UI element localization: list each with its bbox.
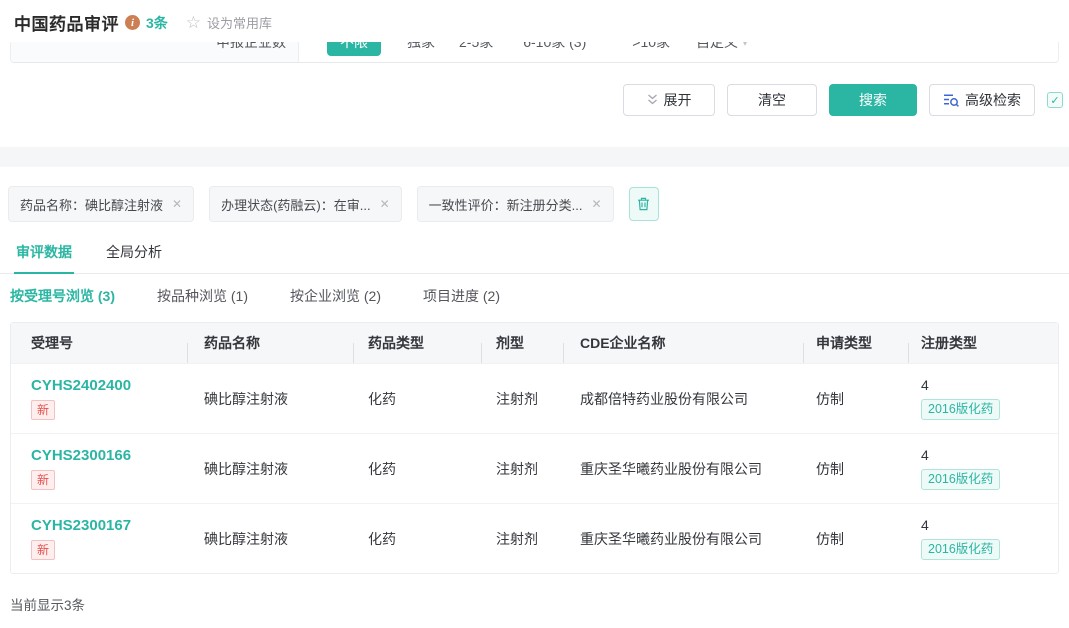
filter-tag-label: 办理状态(药融云)：在审...: [221, 195, 371, 214]
table-row: CYHS2300166 新 碘比醇注射液 化药 注射剂 重庆圣华曦药业股份有限公…: [11, 433, 1058, 503]
double-chevron-down-icon: [647, 94, 658, 106]
table-header: 受理号 药品名称 药品类型 剂型 CDE企业名称 申请类型 注册类型: [11, 323, 1058, 363]
cell-registration-type: 4 2016版化药: [908, 377, 1058, 420]
star-icon[interactable]: ☆: [186, 14, 201, 31]
col-drug-name: 药品名称: [187, 333, 353, 353]
registration-number: 4: [921, 377, 1058, 393]
cell-application-type: 仿制: [803, 389, 908, 409]
close-icon[interactable]: ✕: [591, 197, 601, 211]
filter-tag-label: 药品名称：碘比醇注射液: [20, 195, 163, 214]
cell-registration-type: 4 2016版化药: [908, 517, 1058, 560]
filter-option-exclusive[interactable]: 独家: [407, 42, 435, 52]
check-icon: ✓: [1050, 94, 1059, 107]
search-filter-panel: 申报企业数 不限 独家 2-5家 6-10家 (3) >10家 自定义 ▾: [10, 42, 1059, 63]
cell-drug-type: 化药: [353, 389, 481, 409]
tab-global-analysis[interactable]: 全局分析: [104, 240, 164, 273]
filter-tag-status: 办理状态(药融云)：在审... ✕: [209, 186, 402, 222]
result-count-badge: 3条: [146, 13, 168, 33]
registration-badge: 2016版化药: [921, 469, 1000, 490]
expand-label: 展开: [664, 90, 692, 110]
registration-badge: 2016版化药: [921, 539, 1000, 560]
cell-company: 重庆圣华曦药业股份有限公司: [563, 529, 803, 549]
close-icon[interactable]: ✕: [380, 197, 390, 211]
col-acceptance-no: 受理号: [11, 333, 187, 353]
filter-option-custom[interactable]: 自定义: [696, 42, 738, 52]
filter-tag-label: 一致性评价：新注册分类...: [429, 195, 583, 214]
results-table: 受理号 药品名称 药品类型 剂型 CDE企业名称 申请类型 注册类型 CYHS2…: [10, 322, 1059, 574]
advanced-search-button[interactable]: 高级检索: [929, 84, 1035, 116]
result-summary: 当前显示3条: [10, 594, 85, 614]
trash-icon: [637, 197, 650, 211]
main-tabs: 审评数据 全局分析: [0, 240, 1069, 274]
cell-drug-type: 化药: [353, 459, 481, 479]
cell-registration-type: 4 2016版化药: [908, 447, 1058, 490]
acceptance-no-link[interactable]: CYHS2300167: [31, 517, 187, 534]
cell-dosage-form: 注射剂: [481, 389, 563, 409]
subtab-by-variety[interactable]: 按品种浏览 (1): [157, 286, 248, 306]
filter-option-any[interactable]: 不限: [327, 42, 381, 56]
new-badge: 新: [31, 540, 55, 560]
acceptance-no-link[interactable]: CYHS2402400: [31, 377, 187, 394]
clear-label: 清空: [758, 90, 786, 110]
cell-dosage-form: 注射剂: [481, 529, 563, 549]
advanced-search-label: 高级检索: [965, 90, 1021, 110]
registration-number: 4: [921, 517, 1058, 533]
page: 中国药品审评 i 3条 ☆ 设为常用库 申报企业数 不限 独家 2-5家 6-1…: [0, 0, 1069, 628]
expand-button[interactable]: 展开: [623, 84, 715, 116]
sub-tabs: 按受理号浏览 (3) 按品种浏览 (1) 按企业浏览 (2) 项目进度 (2): [10, 286, 500, 306]
tab-review-data[interactable]: 审评数据: [14, 240, 74, 274]
cell-application-type: 仿制: [803, 459, 908, 479]
clear-all-filters-button[interactable]: [629, 187, 659, 221]
cell-company: 重庆圣华曦药业股份有限公司: [563, 459, 803, 479]
acceptance-no-link[interactable]: CYHS2300166: [31, 447, 187, 464]
filter-options: 不限 独家 2-5家 6-10家 (3) >10家 自定义 ▾: [299, 42, 748, 56]
table-row: CYHS2300167 新 碘比醇注射液 化药 注射剂 重庆圣华曦药业股份有限公…: [11, 503, 1058, 573]
clear-button[interactable]: 清空: [727, 84, 817, 116]
search-label: 搜索: [859, 90, 887, 110]
new-badge: 新: [31, 470, 55, 490]
filter-tag-consistency: 一致性评价：新注册分类... ✕: [417, 186, 614, 222]
subtab-project-progress[interactable]: 项目进度 (2): [423, 286, 500, 306]
active-filter-tags: 药品名称：碘比醇注射液 ✕ 办理状态(药融云)：在审... ✕ 一致性评价：新注…: [8, 186, 659, 222]
cell-application-type: 仿制: [803, 529, 908, 549]
filter-option-gt10[interactable]: >10家: [632, 42, 670, 52]
result-checkbox[interactable]: ✓: [1047, 92, 1063, 108]
col-application-type: 申请类型: [803, 333, 908, 353]
table-row: CYHS2402400 新 碘比醇注射液 化药 注射剂 成都倍特药业股份有限公司…: [11, 363, 1058, 433]
cell-dosage-form: 注射剂: [481, 459, 563, 479]
page-title: 中国药品审评: [14, 10, 119, 35]
col-dosage-form: 剂型: [481, 333, 563, 353]
filter-option-6-10[interactable]: 6-10家 (3): [523, 42, 586, 52]
col-drug-type: 药品类型: [353, 333, 481, 353]
filter-row-label: 申报企业数: [11, 42, 299, 63]
filter-option-2-5[interactable]: 2-5家: [459, 42, 493, 52]
registration-badge: 2016版化药: [921, 399, 1000, 420]
cell-drug-type: 化药: [353, 529, 481, 549]
subtab-by-company[interactable]: 按企业浏览 (2): [290, 286, 381, 306]
cell-drug-name: 碘比醇注射液: [187, 529, 353, 549]
cell-acceptance: CYHS2300167 新: [11, 517, 187, 560]
registration-number: 4: [921, 447, 1058, 463]
search-button[interactable]: 搜索: [829, 84, 917, 116]
cell-company: 成都倍特药业股份有限公司: [563, 389, 803, 409]
cell-acceptance: CYHS2402400 新: [11, 377, 187, 420]
col-cde-company: CDE企业名称: [563, 333, 803, 353]
advanced-search-icon: [943, 93, 959, 107]
chevron-down-icon: ▾: [742, 42, 748, 49]
cell-acceptance: CYHS2300166 新: [11, 447, 187, 490]
new-badge: 新: [31, 400, 55, 420]
col-registration-type: 注册类型: [908, 333, 1058, 353]
filter-row-company-count: 申报企业数 不限 独家 2-5家 6-10家 (3) >10家 自定义 ▾: [11, 42, 1058, 63]
close-icon[interactable]: ✕: [172, 197, 182, 211]
info-icon[interactable]: i: [125, 15, 140, 30]
section-divider-band: [0, 147, 1069, 167]
toolbar: 展开 清空 搜索 高级检索 ✓: [623, 84, 1063, 116]
set-favorite-label[interactable]: 设为常用库: [207, 13, 272, 32]
cell-drug-name: 碘比醇注射液: [187, 459, 353, 479]
subtab-by-acceptance-no[interactable]: 按受理号浏览 (3): [10, 286, 115, 306]
filter-tag-drug-name: 药品名称：碘比醇注射液 ✕: [8, 186, 194, 222]
title-bar: 中国药品审评 i 3条 ☆ 设为常用库: [14, 10, 272, 35]
cell-drug-name: 碘比醇注射液: [187, 389, 353, 409]
